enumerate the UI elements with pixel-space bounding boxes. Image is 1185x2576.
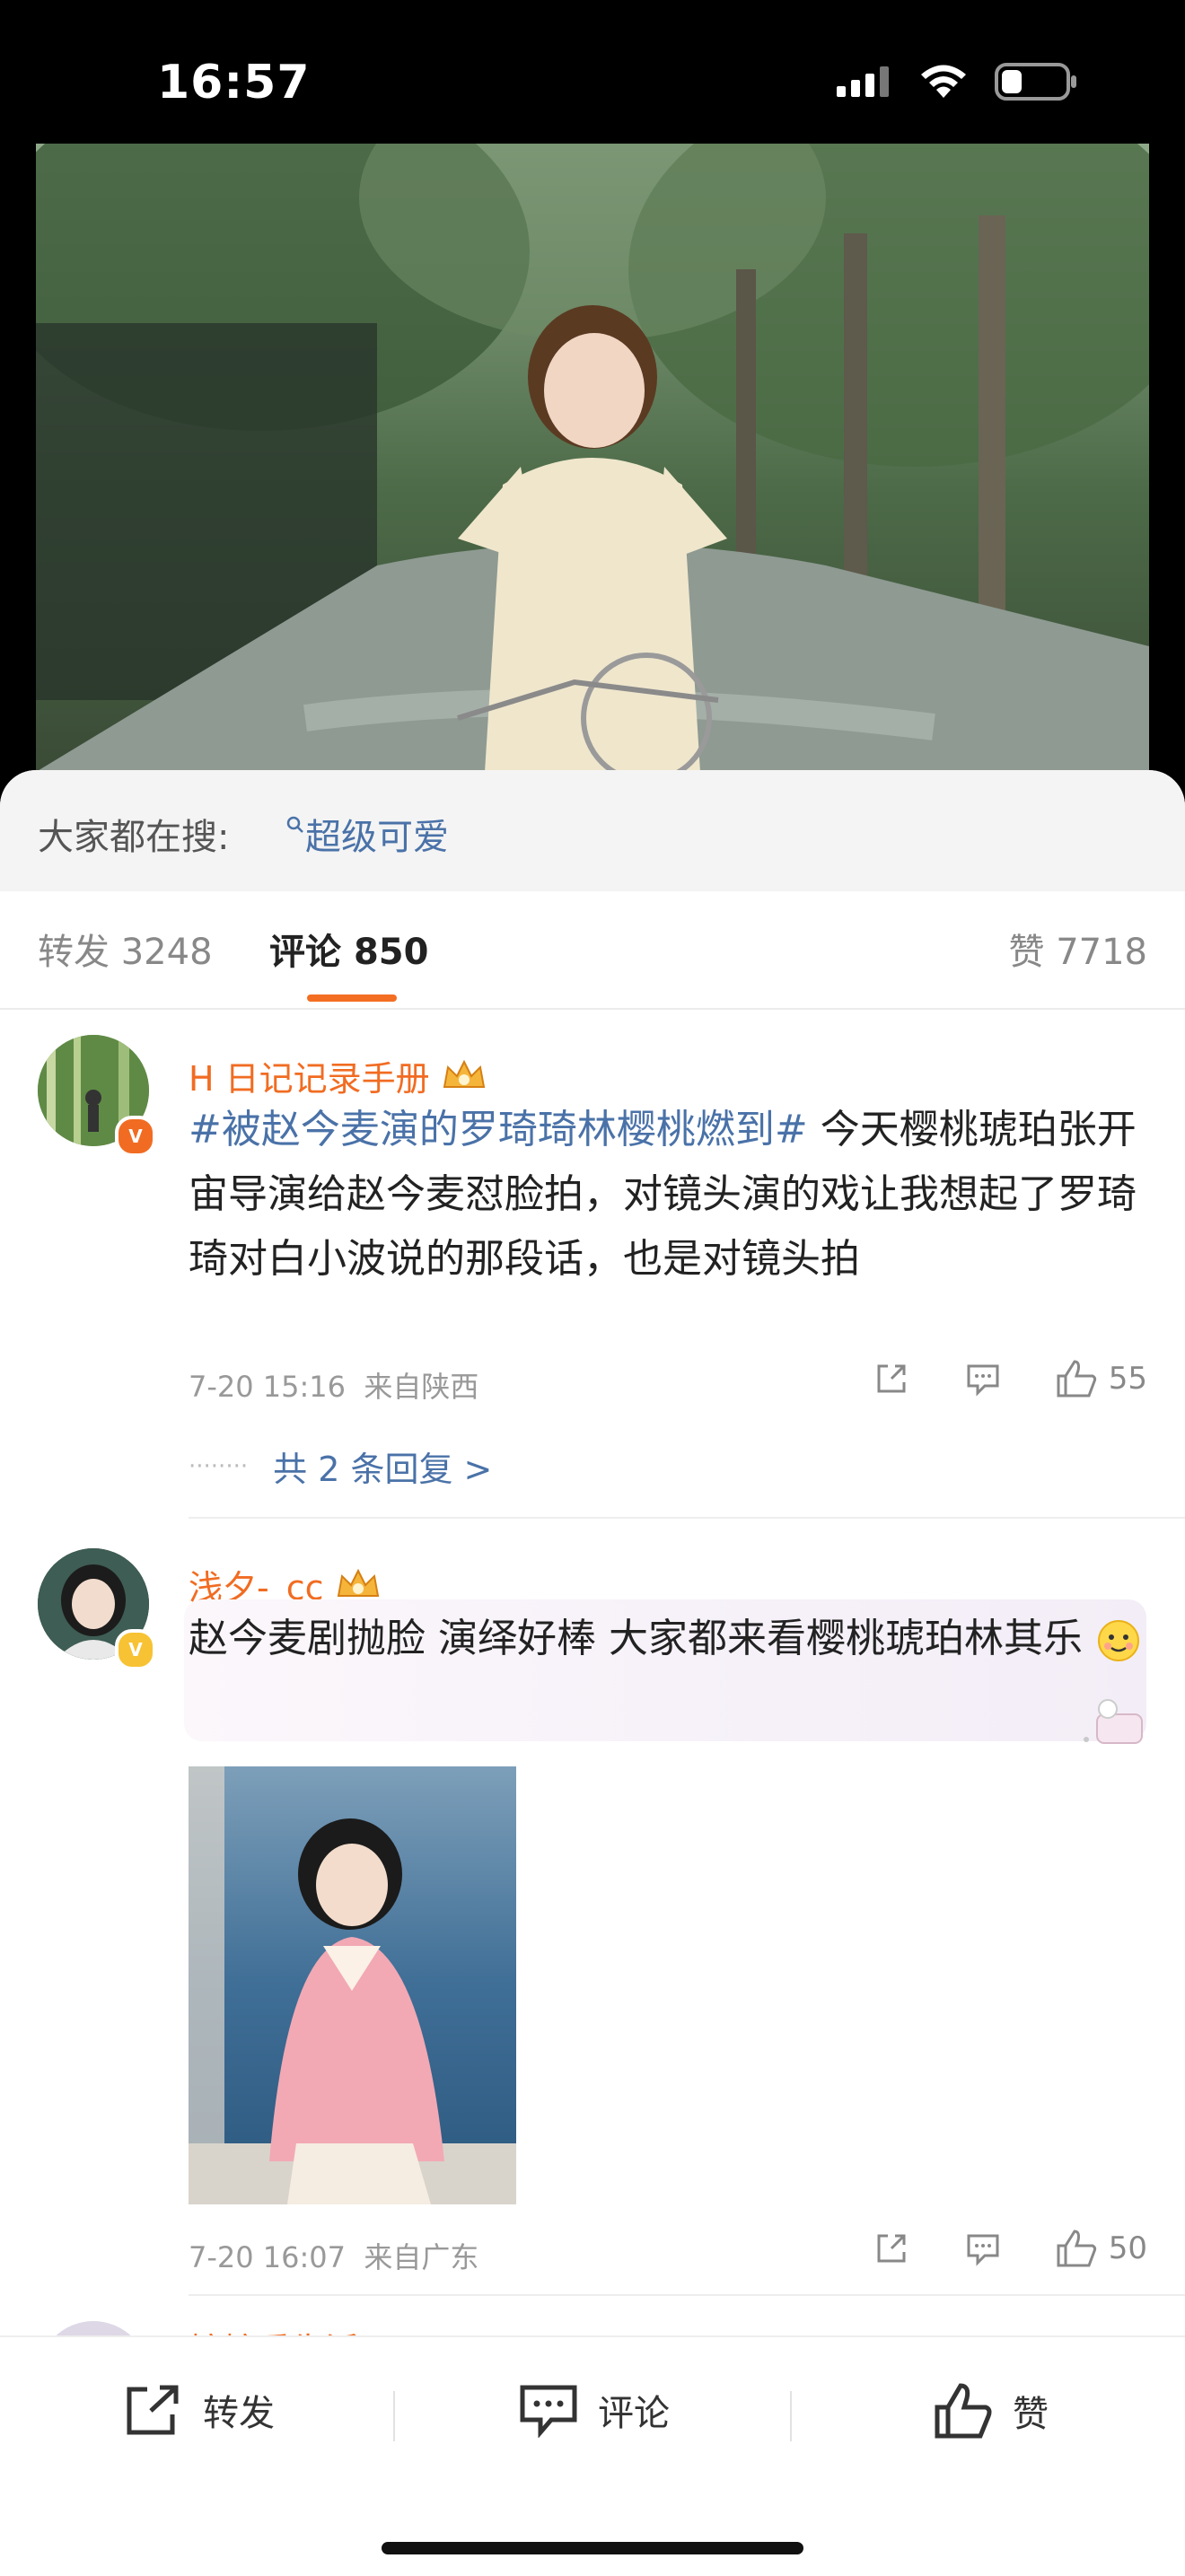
share-icon [877, 2234, 906, 2263]
tab-bar: 转发 3248 评论 850 赞 7718 [0, 891, 1185, 1010]
divider [189, 1517, 1185, 1519]
like-icon [935, 2383, 992, 2439]
comment-item: V H 日记记录手册 #被赵今麦演的罗琦琦林樱桃燃到# 今天樱桃琥珀张开宙导演给… [0, 1008, 1185, 1404]
like-count: 50 [1108, 2230, 1147, 2266]
view-replies-link[interactable]: ········ 共 2 条回复 > [189, 1441, 492, 1491]
like-button[interactable]: 55 [1055, 1358, 1147, 1399]
comment-image[interactable] [189, 1766, 516, 2204]
video-player[interactable] [36, 144, 1149, 772]
share-icon [127, 2385, 179, 2435]
comment-date: 7-20 15:16 [189, 1370, 347, 1404]
comment-actions: 50 [872, 2228, 1147, 2269]
comment-icon [967, 1364, 999, 1397]
like-button[interactable]: 50 [1055, 2228, 1147, 2269]
divider [189, 2294, 1185, 2296]
verified-badge-icon: V [115, 1116, 156, 1157]
trending-search-keyword[interactable]: 超级可爱 [285, 808, 449, 860]
crown-badge-icon [443, 1059, 485, 1088]
comment-meta: 7-20 15:16 来自陕西 [189, 1364, 478, 1406]
tab-comment[interactable]: 评论 850 [269, 923, 428, 975]
share-icon [877, 1364, 906, 1393]
comment-actions: 55 [872, 1358, 1147, 1399]
comment-icon [520, 2385, 577, 2438]
reply-button[interactable] [963, 2229, 1003, 2268]
share-button[interactable] [872, 2229, 911, 2268]
verified-badge-icon: V [115, 1629, 156, 1670]
comment-location: 来自广东 [364, 2240, 479, 2274]
trending-search-bar[interactable]: 大家都在搜: 超级可爱 [0, 770, 1185, 891]
comment-username[interactable]: H 日记记录手册 [189, 1051, 489, 1100]
status-bar: 16:57 [0, 0, 1185, 144]
comment-meta: 7-20 16:07 来自广东 [189, 2235, 478, 2276]
comments-sheet: 大家都在搜: 超级可爱 转发 3248 评论 850 赞 7718 V H 日记… [0, 770, 1185, 2574]
share-button[interactable] [872, 1359, 911, 1398]
comment-button[interactable]: 评论 [519, 2382, 670, 2438]
reply-button[interactable] [963, 1359, 1003, 1398]
like-count: 55 [1108, 1361, 1147, 1397]
like-icon [1057, 1360, 1096, 1398]
like-button[interactable]: 赞 [934, 2382, 1049, 2440]
emoji-icon [1097, 1620, 1139, 1661]
like-icon [1057, 2230, 1096, 2267]
comment-location: 来自陕西 [364, 1370, 479, 1404]
tab-active-indicator [307, 994, 397, 1002]
video-frame-image [36, 144, 1149, 772]
comment-icon [967, 2234, 999, 2266]
bubble-decoration-icon [1084, 1699, 1143, 1744]
comment-text: #被赵今麦演的罗琦琦林樱桃燃到# 今天樱桃琥珀张开宙导演给赵今麦怼脸拍，对镜头演… [189, 1107, 1137, 1282]
comment-item: V 浅夕-_cc 赵今麦剧抛脸 演绎好棒 大家都来看樱桃琥珀林其乐 7-20 1… [0, 1535, 1185, 2274]
search-icon [286, 816, 303, 833]
tab-repost[interactable]: 转发 3248 [38, 923, 213, 975]
tab-like[interactable]: 赞 7718 [1008, 923, 1147, 975]
trending-search-label: 大家都在搜: [38, 817, 230, 858]
crown-badge-icon [337, 1568, 379, 1597]
comment-hashtag[interactable]: #被赵今麦演的罗琦琦林樱桃燃到# [189, 1107, 808, 1152]
repost-button[interactable]: 转发 [124, 2382, 275, 2438]
signal-icon [837, 66, 889, 97]
battery-icon [995, 63, 1076, 101]
comment-date: 7-20 16:07 [189, 2240, 347, 2274]
wifi-icon [921, 65, 966, 98]
bottom-action-bar: 转发 评论 赞 [0, 2335, 1185, 2576]
status-time: 16:57 [157, 56, 311, 110]
comment-text: 赵今麦剧抛脸 演绎好棒 大家都来看樱桃琥珀林其乐 [189, 1607, 1149, 1671]
home-indicator [382, 2542, 803, 2554]
